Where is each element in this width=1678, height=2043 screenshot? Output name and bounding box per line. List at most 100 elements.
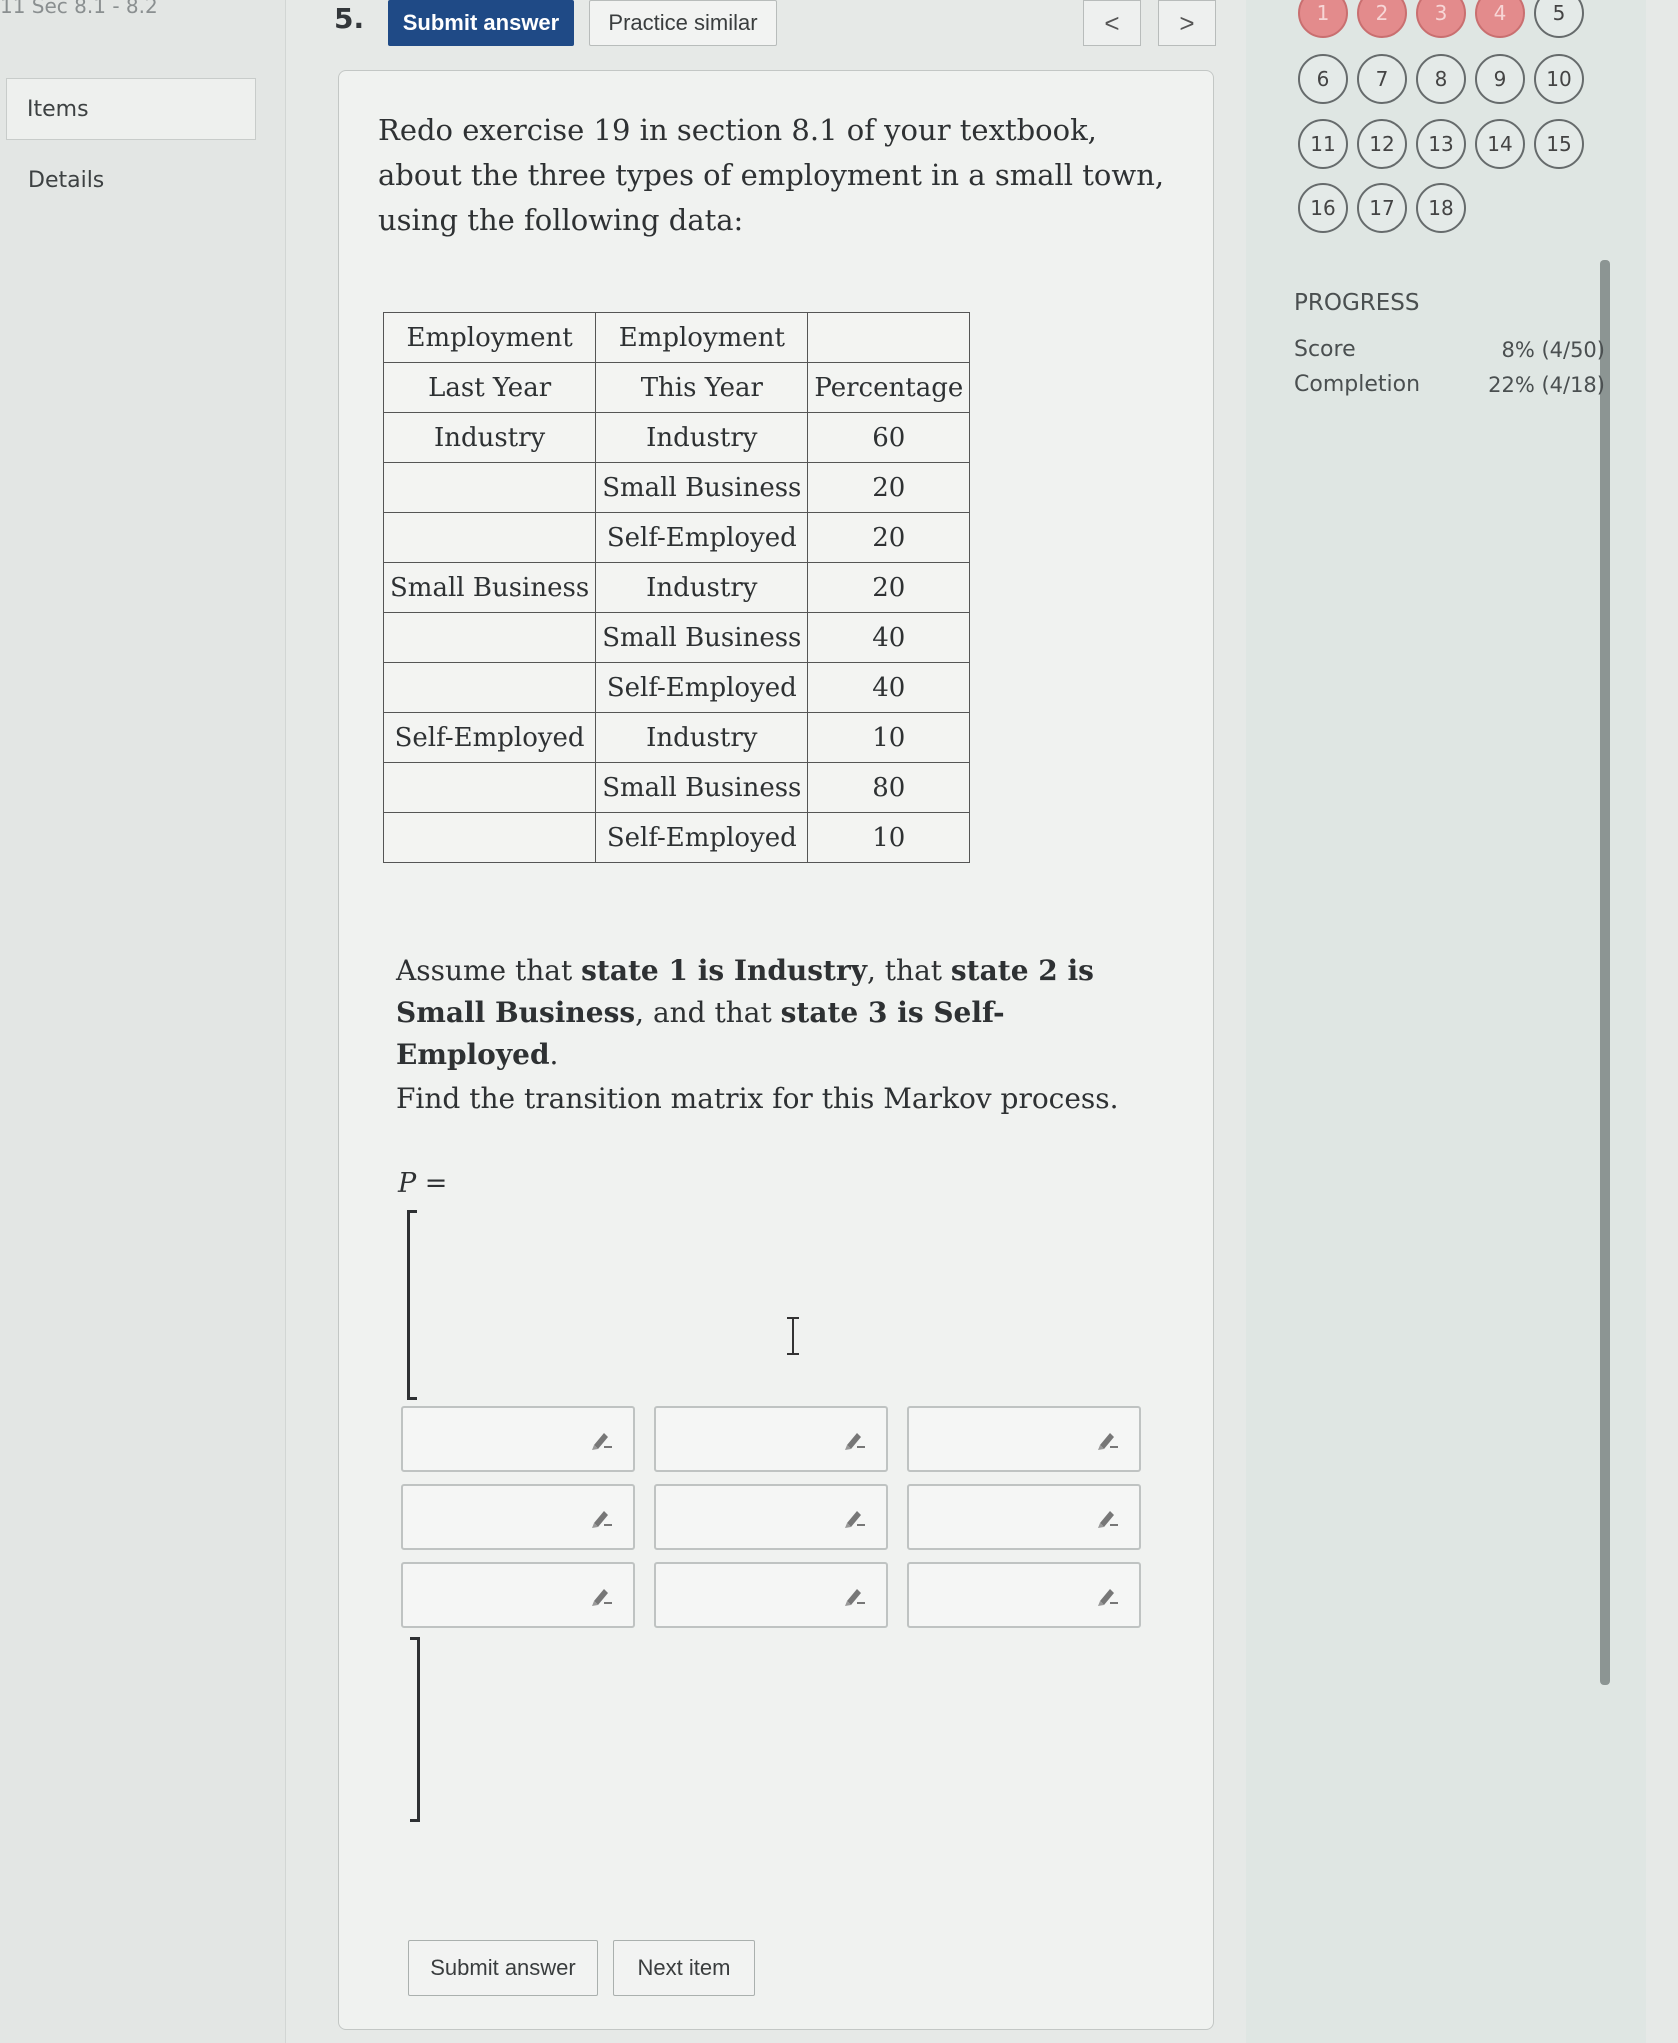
table-cell (382, 612, 597, 663)
table-row: Small Business 40 (382, 612, 971, 663)
question-nav-17[interactable]: 17 (1357, 183, 1407, 233)
sidebar-tab-items[interactable]: Items (6, 78, 256, 140)
matrix-right-bracket (410, 1637, 420, 1822)
pencil-icon (592, 1433, 612, 1450)
table-row: Small Business 20 (382, 462, 971, 513)
question-nav-11[interactable]: 11 (1298, 119, 1348, 169)
table-header-row: Employment Employment (382, 312, 971, 363)
table-header-cell: Employment (595, 312, 809, 363)
score-value: 8% (4/50) (1501, 338, 1605, 362)
table-cell: 10 (807, 712, 971, 763)
table-cell: 20 (807, 462, 971, 513)
table-cell: Self-Employed (595, 662, 809, 713)
score-label: Score (1294, 337, 1356, 362)
question-nav-number: 18 (1428, 196, 1454, 220)
table-row: Self-Employed Industry 10 (382, 712, 971, 763)
assume-text-part: Assume that (396, 954, 582, 987)
table-cell: Industry (595, 562, 809, 613)
table-header-cell (807, 312, 971, 363)
table-header-cell: Last Year (382, 362, 597, 413)
table-cell: Small Business (595, 462, 809, 513)
question-nav-number: 2 (1375, 1, 1389, 25)
table-cell: Industry (382, 412, 597, 463)
assume-text-part: . (549, 1038, 559, 1071)
matrix-cell-r2c1[interactable] (401, 1484, 635, 1550)
pencil-icon (845, 1511, 865, 1528)
table-row: Small Business Industry 20 (382, 562, 971, 613)
matrix-cell-r1c3[interactable] (907, 1406, 1141, 1472)
table-cell: Self-Employed (382, 712, 597, 763)
table-header-cell: Employment (382, 312, 597, 363)
assume-state-1: state 1 is Industry (581, 954, 867, 987)
matrix-left-bracket (407, 1210, 417, 1400)
table-cell (382, 662, 597, 713)
submit-answer-button[interactable]: Submit answer (388, 0, 574, 46)
i-beam-cursor-icon (787, 1317, 799, 1355)
course-title: 11 Sec 8.1 - 8.2 (0, 0, 158, 18)
progress-title: PROGRESS (1294, 290, 1420, 316)
submit-answer-button-bottom[interactable]: Submit answer (408, 1940, 598, 1996)
practice-similar-button[interactable]: Practice similar (589, 0, 777, 46)
table-cell: 40 (807, 612, 971, 663)
employment-data-table: Employment Employment Last Year This Yea… (382, 312, 971, 863)
table-cell: Industry (595, 412, 809, 463)
question-nav-number: 10 (1546, 67, 1572, 91)
table-row: Self-Employed 10 (382, 812, 971, 863)
question-nav-16[interactable]: 16 (1298, 183, 1348, 233)
matrix-cell-r3c1[interactable] (401, 1562, 635, 1628)
pencil-icon (592, 1511, 612, 1528)
next-item-button[interactable]: Next item (613, 1940, 755, 1996)
question-nav-14[interactable]: 14 (1475, 119, 1525, 169)
question-nav-9[interactable]: 9 (1475, 54, 1525, 104)
table-cell: Industry (595, 712, 809, 763)
table-cell (382, 462, 597, 513)
table-row: Self-Employed 40 (382, 662, 971, 713)
question-nav-number: 6 (1316, 67, 1330, 91)
previous-question-button[interactable]: < (1083, 0, 1141, 46)
table-cell: 20 (807, 562, 971, 613)
matrix-cell-r2c3[interactable] (907, 1484, 1141, 1550)
pencil-icon (845, 1433, 865, 1450)
question-nav-10[interactable]: 10 (1534, 54, 1584, 104)
table-cell: 10 (807, 812, 971, 863)
find-instruction: Find the transition matrix for this Mark… (396, 1082, 1119, 1115)
question-nav-12[interactable]: 12 (1357, 119, 1407, 169)
table-cell (382, 762, 597, 813)
table-cell: 40 (807, 662, 971, 713)
question-nav-number: 17 (1369, 196, 1395, 220)
question-nav-8[interactable]: 8 (1416, 54, 1466, 104)
question-nav-15[interactable]: 15 (1534, 119, 1584, 169)
pencil-icon (1098, 1589, 1118, 1606)
table-cell: Self-Employed (595, 512, 809, 563)
matrix-cell-r3c2[interactable] (654, 1562, 888, 1628)
assume-text-part: , and that (635, 996, 781, 1029)
sidebar-tab-details[interactable]: Details (28, 168, 104, 193)
scrollbar[interactable] (1600, 260, 1610, 1685)
question-nav-number: 1 (1316, 1, 1330, 25)
matrix-p-label: P = (398, 1168, 448, 1199)
question-nav-number: 4 (1493, 1, 1507, 25)
matrix-cell-r2c2[interactable] (654, 1484, 888, 1550)
pencil-icon (1098, 1433, 1118, 1450)
question-nav-number: 16 (1310, 196, 1336, 220)
question-nav-number: 7 (1375, 67, 1389, 91)
matrix-cell-r1c2[interactable] (654, 1406, 888, 1472)
table-cell: 20 (807, 512, 971, 563)
question-nav-6[interactable]: 6 (1298, 54, 1348, 104)
next-question-button[interactable]: > (1158, 0, 1216, 46)
table-cell: Small Business (595, 762, 809, 813)
table-cell (382, 812, 597, 863)
assume-text-part: , that (866, 954, 951, 987)
question-nav-number: 3 (1434, 1, 1448, 25)
matrix-cell-r1c1[interactable] (401, 1406, 635, 1472)
table-row: Industry Industry 60 (382, 412, 971, 463)
table-cell: 80 (807, 762, 971, 813)
question-nav-7[interactable]: 7 (1357, 54, 1407, 104)
pencil-icon (592, 1589, 612, 1606)
matrix-cell-r3c3[interactable] (907, 1562, 1141, 1628)
table-cell (382, 512, 597, 563)
question-nav-18[interactable]: 18 (1416, 183, 1466, 233)
question-nav-13[interactable]: 13 (1416, 119, 1466, 169)
question-nav-number: 14 (1487, 132, 1513, 156)
table-row: Small Business 80 (382, 762, 971, 813)
